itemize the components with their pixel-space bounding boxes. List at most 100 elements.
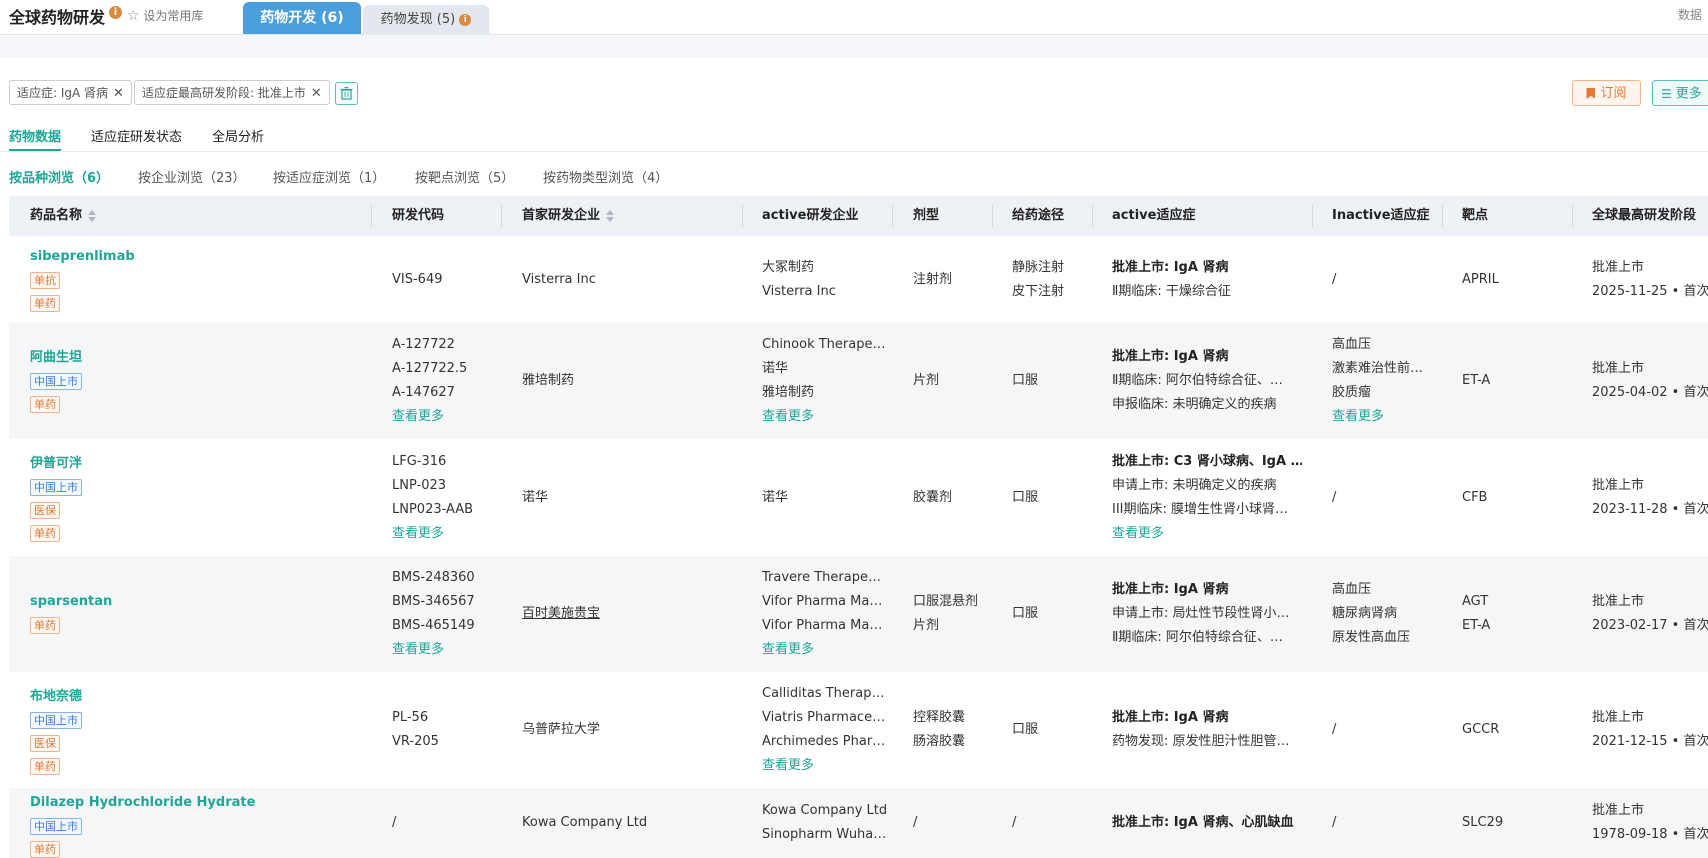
browse-by-company[interactable]: 按企业浏览（23） bbox=[138, 167, 246, 186]
subscribe-button[interactable]: 订阅 bbox=[1572, 80, 1641, 106]
drug-name-link[interactable]: Dilazep Hydrochloride Hydrate bbox=[30, 794, 360, 812]
cell-active: Travere Therape… Vifor Pharma Ma… Vifor Ph… bbox=[762, 566, 887, 662]
first-line: Kowa Company Ltd bbox=[522, 815, 648, 830]
codes-line: VIS-649 bbox=[392, 271, 443, 287]
view-more-link[interactable]: 查看更多 bbox=[392, 638, 512, 662]
iind-line: 激素难治性前… bbox=[1332, 361, 1424, 376]
active-line: 大冢制药 bbox=[762, 259, 815, 275]
col-first-company[interactable]: 首家研发企业 bbox=[522, 196, 615, 236]
aind-line: Ⅱ期临床: 阿尔伯特综合征、… bbox=[1112, 373, 1283, 388]
browse-by-indication[interactable]: 按适应症浏览（1） bbox=[273, 167, 385, 186]
aind-line: 批准上市: IgA 肾病、心肌缺血 bbox=[1112, 815, 1294, 830]
column-separator bbox=[742, 204, 743, 228]
trash-icon bbox=[340, 86, 353, 100]
form-line: 胶囊剂 bbox=[913, 489, 953, 505]
stage-line: 批准上市 bbox=[1592, 710, 1645, 725]
cell-first: 雅培制药 bbox=[522, 369, 732, 393]
view-more-link[interactable]: 查看更多 bbox=[762, 638, 887, 662]
iind-line: 原发性高血压 bbox=[1332, 630, 1411, 645]
drug-tag-badge: 中国上市 bbox=[30, 711, 82, 729]
list-icon: ☰ bbox=[1661, 87, 1672, 101]
view-more-link[interactable]: 查看更多 bbox=[392, 405, 512, 429]
col-highest-stage: 全球最高研发阶段 bbox=[1592, 208, 1697, 223]
set-favorite-button[interactable]: ☆ 设为常用库 bbox=[127, 7, 203, 24]
codes-line: LFG-316 bbox=[392, 453, 447, 469]
active-line: Viatris Pharmace… bbox=[762, 710, 886, 725]
info-icon: i bbox=[459, 13, 472, 26]
iind-line: / bbox=[1332, 489, 1337, 505]
browse-by-drug-type[interactable]: 按药物类型浏览（4） bbox=[543, 167, 668, 186]
col-dev-code: 研发代码 bbox=[392, 208, 445, 223]
stage-line: 批准上市 bbox=[1592, 361, 1645, 376]
more-options-button[interactable]: ☰ 更多 bbox=[1652, 80, 1708, 106]
aind-line: 申报临床: 未明确定义的疾病 bbox=[1112, 397, 1277, 412]
view-more-link[interactable]: 查看更多 bbox=[762, 754, 887, 778]
tab-drug-development[interactable]: 药物开发 (6) bbox=[243, 2, 361, 34]
table-row: 伊普可泮 中国上市 医保 单药 LFG-316 LNP-023 LNP023-AAB 查看更多… bbox=[9, 439, 1708, 556]
cell-iind: / bbox=[1332, 811, 1442, 835]
col-target: 靶点 bbox=[1462, 208, 1489, 223]
data-link[interactable]: 数据 bbox=[1678, 6, 1702, 23]
column-separator bbox=[992, 204, 993, 228]
cell-form: 胶囊剂 bbox=[913, 486, 1003, 510]
cell-stage: 批准上市 2023-11-28 • 首次 bbox=[1592, 474, 1708, 522]
favorite-label: 设为常用库 bbox=[143, 9, 204, 23]
drug-tag-badge: 中国上市 bbox=[30, 818, 82, 835]
browse-by-target[interactable]: 按靶点浏览（5） bbox=[415, 167, 514, 186]
aind-line: 批准上市: IgA 肾病 bbox=[1112, 349, 1229, 364]
drug-name-link[interactable]: 阿曲生坦 bbox=[30, 349, 360, 367]
cell-route: / bbox=[1012, 811, 1102, 835]
filter-chip-stage[interactable]: 适应症最高研发阶段: 批准上市 ✕ bbox=[134, 80, 330, 105]
cell-active: Calliditas Therap… Viatris Pharmace… Archi… bbox=[762, 682, 887, 778]
cell-target: GCCR bbox=[1462, 718, 1572, 742]
filter-chip-indication[interactable]: 适应症: IgA 肾病 ✕ bbox=[9, 80, 132, 105]
cell-active: 诺华 bbox=[762, 486, 887, 510]
tab-drug-data[interactable]: 药物数据 bbox=[9, 126, 61, 145]
subscribe-label: 订阅 bbox=[1600, 86, 1627, 101]
drug-name-link[interactable]: sparsentan bbox=[30, 593, 360, 611]
cell-codes: A-127722 A-127722.5 A-147627 查看更多 bbox=[392, 333, 512, 429]
more-label: 更多 bbox=[1675, 86, 1702, 102]
drug-name-link[interactable]: 布地奈德 bbox=[30, 688, 360, 706]
route-line: 静脉注射 bbox=[1012, 259, 1065, 275]
drug-name-link[interactable]: sibeprenlimab bbox=[30, 248, 360, 266]
view-more-link[interactable]: 查看更多 bbox=[1112, 522, 1302, 546]
codes-line: LNP023-AAB bbox=[392, 501, 474, 517]
filter-chip-label: 适应症: IgA 肾病 bbox=[17, 86, 109, 100]
cell-iind: / bbox=[1332, 486, 1442, 510]
col-active-indication: active适应症 bbox=[1112, 208, 1196, 223]
sort-icon[interactable] bbox=[606, 209, 615, 223]
divider bbox=[0, 151, 1708, 152]
view-more-link[interactable]: 查看更多 bbox=[762, 405, 887, 429]
cell-target: AGT ET-A bbox=[1462, 590, 1572, 638]
drug-tag-badge: 单药 bbox=[30, 841, 60, 858]
close-icon[interactable]: ✕ bbox=[113, 86, 124, 101]
info-icon[interactable]: i bbox=[109, 6, 122, 19]
close-icon[interactable]: ✕ bbox=[311, 86, 322, 101]
active-line: Sinopharm Wuha… bbox=[762, 827, 887, 842]
cell-drug-name: 阿曲生坦 中国上市 单药 bbox=[30, 349, 360, 413]
active-line: Visterra Inc bbox=[762, 283, 836, 299]
clear-filters-button[interactable] bbox=[335, 82, 358, 105]
route-line: / bbox=[1012, 815, 1017, 830]
column-separator bbox=[1442, 204, 1443, 228]
form-line: 控释胶囊 bbox=[913, 710, 966, 725]
view-more-link[interactable]: 查看更多 bbox=[392, 522, 512, 546]
route-line: 皮下注射 bbox=[1012, 283, 1065, 299]
browse-by-variety[interactable]: 按品种浏览（6） bbox=[9, 167, 109, 186]
tab-drug-discovery[interactable]: 药物发现 (5) i bbox=[363, 5, 489, 34]
tab-indication-status[interactable]: 适应症研发状态 bbox=[91, 126, 182, 145]
form-line: 片剂 bbox=[913, 373, 940, 388]
cell-route: 口服 bbox=[1012, 718, 1102, 742]
target-line: ET-A bbox=[1462, 618, 1491, 633]
codes-line: BMS-248360 bbox=[392, 570, 475, 585]
view-more-link[interactable]: 查看更多 bbox=[1332, 405, 1442, 429]
tab-global-analysis[interactable]: 全局分析 bbox=[212, 126, 264, 145]
cell-form: 注射剂 bbox=[913, 268, 1003, 292]
col-drug-name[interactable]: 药品名称 bbox=[30, 196, 97, 236]
sort-icon[interactable] bbox=[88, 209, 97, 223]
cell-aind: 批准上市: C3 肾小球病、IgA … 申请上市: 未明确定义的疾病 III期临床:… bbox=[1112, 450, 1302, 546]
cell-aind: 批准上市: IgA 肾病 药物发现: 原发性胆汁性胆管… bbox=[1112, 706, 1302, 754]
drug-tag-badge: 单抗 bbox=[30, 271, 60, 289]
drug-name-link[interactable]: 伊普可泮 bbox=[30, 455, 360, 473]
